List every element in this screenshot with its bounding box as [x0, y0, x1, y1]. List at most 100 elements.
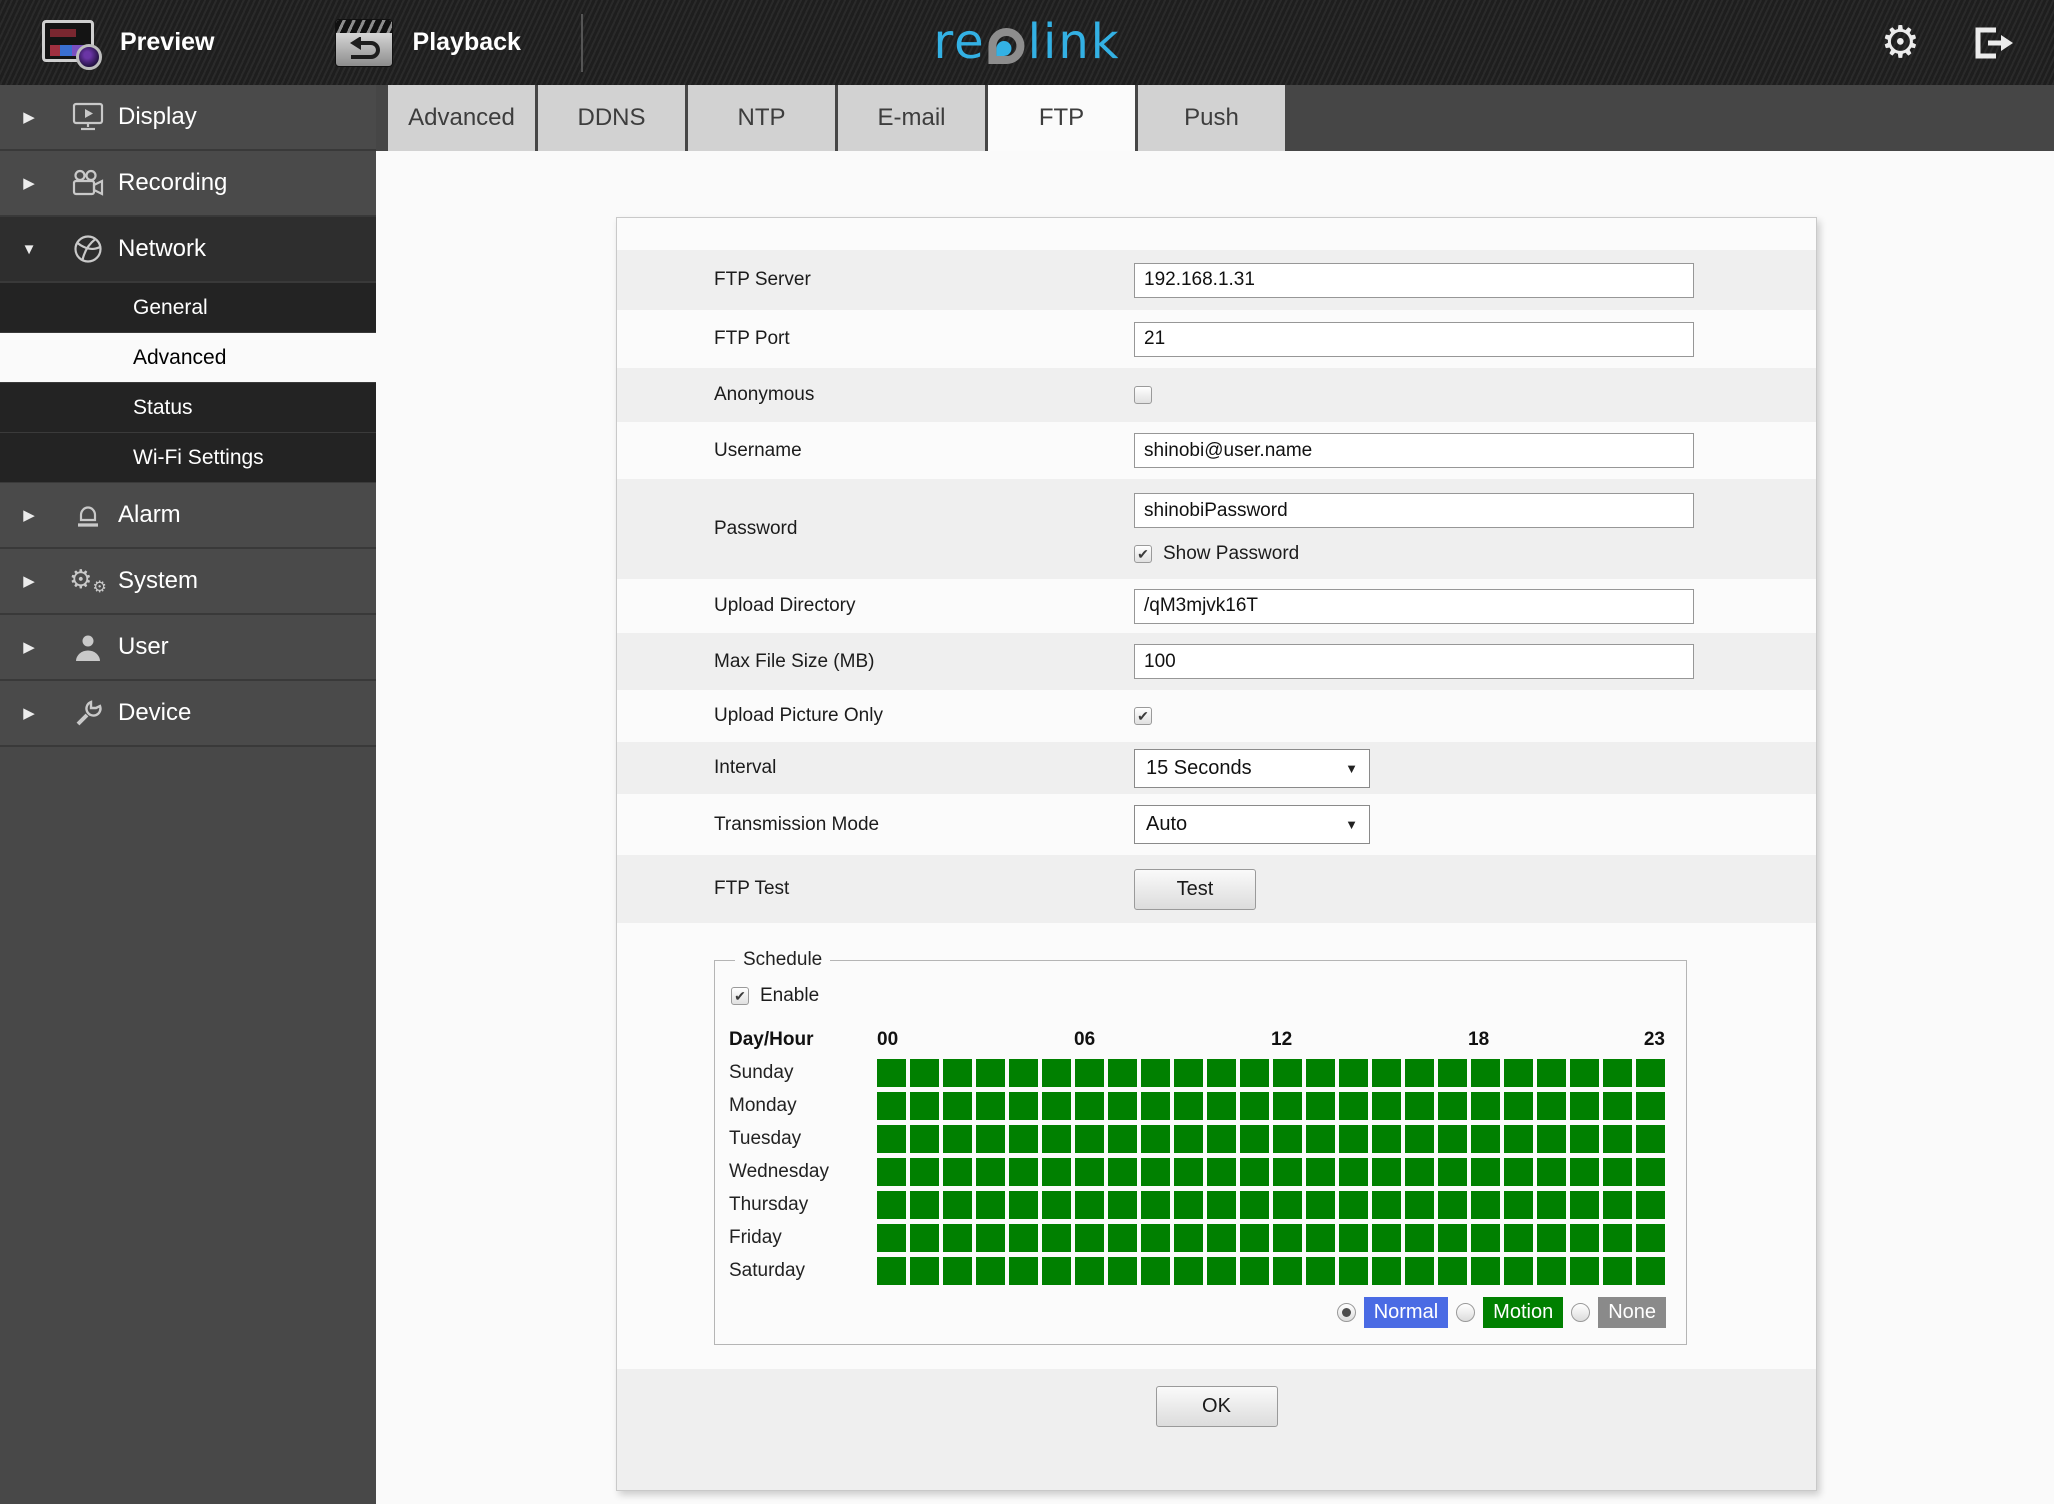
schedule-cell[interactable]: [1339, 1224, 1368, 1252]
schedule-cell[interactable]: [1108, 1059, 1137, 1087]
schedule-cell[interactable]: [1306, 1158, 1335, 1186]
schedule-cell[interactable]: [1108, 1158, 1137, 1186]
max-file-size-input[interactable]: [1134, 644, 1694, 679]
schedule-cell[interactable]: [910, 1224, 939, 1252]
schedule-cell[interactable]: [1108, 1092, 1137, 1120]
schedule-cell[interactable]: [1042, 1059, 1071, 1087]
tab-advanced[interactable]: Advanced: [388, 85, 535, 151]
schedule-cell[interactable]: [1009, 1125, 1038, 1153]
schedule-cell[interactable]: [1471, 1092, 1500, 1120]
schedule-cell[interactable]: [1009, 1092, 1038, 1120]
schedule-cell[interactable]: [976, 1224, 1005, 1252]
schedule-cell[interactable]: [910, 1191, 939, 1219]
schedule-cell[interactable]: [1075, 1125, 1104, 1153]
schedule-cell[interactable]: [1603, 1224, 1632, 1252]
schedule-cell[interactable]: [1273, 1125, 1302, 1153]
tab-email[interactable]: E-mail: [838, 85, 985, 151]
sidebar-item-alarm[interactable]: ▶ Alarm: [0, 483, 376, 549]
schedule-cell[interactable]: [1570, 1257, 1599, 1285]
schedule-cell[interactable]: [877, 1125, 906, 1153]
schedule-cell[interactable]: [1438, 1125, 1467, 1153]
schedule-cell[interactable]: [1306, 1092, 1335, 1120]
brush-label-none[interactable]: None: [1598, 1297, 1666, 1328]
schedule-cell[interactable]: [1636, 1257, 1665, 1285]
schedule-cell[interactable]: [1339, 1257, 1368, 1285]
tab-ftp[interactable]: FTP: [988, 85, 1135, 151]
brush-radio-none[interactable]: [1571, 1303, 1591, 1322]
transmission-mode-select[interactable]: Auto ▼: [1134, 805, 1370, 844]
tab-ntp[interactable]: NTP: [688, 85, 835, 151]
schedule-cell[interactable]: [1471, 1191, 1500, 1219]
schedule-cell[interactable]: [910, 1092, 939, 1120]
schedule-cell[interactable]: [1603, 1158, 1632, 1186]
sidebar-item-device[interactable]: ▶ Device: [0, 681, 376, 747]
schedule-cell[interactable]: [1570, 1125, 1599, 1153]
ok-button[interactable]: OK: [1155, 1386, 1278, 1427]
schedule-cell[interactable]: [1471, 1158, 1500, 1186]
schedule-cell[interactable]: [1438, 1158, 1467, 1186]
schedule-cell[interactable]: [1207, 1092, 1236, 1120]
schedule-cell[interactable]: [1042, 1224, 1071, 1252]
schedule-cell[interactable]: [1372, 1191, 1401, 1219]
schedule-cell[interactable]: [1504, 1125, 1533, 1153]
schedule-enable-checkbox[interactable]: [731, 987, 749, 1005]
schedule-cell[interactable]: [1009, 1257, 1038, 1285]
schedule-cell[interactable]: [1504, 1158, 1533, 1186]
schedule-cell[interactable]: [1603, 1059, 1632, 1087]
schedule-cell[interactable]: [1438, 1191, 1467, 1219]
schedule-cell[interactable]: [1438, 1224, 1467, 1252]
sidebar-item-status[interactable]: Status: [0, 383, 376, 433]
brush-label-normal[interactable]: Normal: [1363, 1297, 1449, 1328]
schedule-cell[interactable]: [1207, 1224, 1236, 1252]
schedule-cell[interactable]: [943, 1158, 972, 1186]
tab-ddns[interactable]: DDNS: [538, 85, 685, 151]
schedule-cell[interactable]: [1504, 1224, 1533, 1252]
schedule-cell[interactable]: [1273, 1059, 1302, 1087]
schedule-cell[interactable]: [1141, 1092, 1170, 1120]
schedule-cell[interactable]: [1603, 1125, 1632, 1153]
sidebar-item-display[interactable]: ▶ Display: [0, 85, 376, 151]
schedule-cell[interactable]: [1306, 1059, 1335, 1087]
schedule-cell[interactable]: [1240, 1191, 1269, 1219]
schedule-cell[interactable]: [1009, 1224, 1038, 1252]
ftp-server-input[interactable]: [1134, 262, 1694, 298]
schedule-cell[interactable]: [1108, 1224, 1137, 1252]
schedule-cell[interactable]: [1306, 1224, 1335, 1252]
schedule-cell[interactable]: [1141, 1224, 1170, 1252]
schedule-cell[interactable]: [1570, 1092, 1599, 1120]
schedule-cell[interactable]: [1438, 1092, 1467, 1120]
sidebar-item-network[interactable]: ▼ Network: [0, 217, 376, 283]
schedule-cell[interactable]: [877, 1092, 906, 1120]
schedule-cell[interactable]: [1141, 1158, 1170, 1186]
schedule-cell[interactable]: [1471, 1059, 1500, 1087]
schedule-cell[interactable]: [1405, 1158, 1434, 1186]
schedule-cell[interactable]: [1537, 1092, 1566, 1120]
schedule-cell[interactable]: [1372, 1125, 1401, 1153]
schedule-cell[interactable]: [1537, 1224, 1566, 1252]
test-button[interactable]: Test: [1134, 868, 1256, 910]
schedule-cell[interactable]: [1207, 1059, 1236, 1087]
schedule-cell[interactable]: [1438, 1059, 1467, 1087]
schedule-cell[interactable]: [1471, 1257, 1500, 1285]
schedule-cell[interactable]: [1339, 1191, 1368, 1219]
brush-radio-normal[interactable]: [1336, 1303, 1356, 1322]
schedule-cell[interactable]: [1438, 1257, 1467, 1285]
schedule-cell[interactable]: [1537, 1191, 1566, 1219]
show-password-checkbox[interactable]: [1134, 545, 1152, 563]
schedule-cell[interactable]: [976, 1257, 1005, 1285]
schedule-cell[interactable]: [910, 1125, 939, 1153]
schedule-cell[interactable]: [1504, 1059, 1533, 1087]
schedule-cell[interactable]: [910, 1257, 939, 1285]
schedule-cell[interactable]: [1009, 1059, 1038, 1087]
schedule-cell[interactable]: [976, 1125, 1005, 1153]
schedule-cell[interactable]: [1570, 1059, 1599, 1087]
schedule-cell[interactable]: [1537, 1059, 1566, 1087]
playback-button[interactable]: Playback: [334, 18, 521, 67]
schedule-cell[interactable]: [1075, 1257, 1104, 1285]
schedule-cell[interactable]: [1207, 1257, 1236, 1285]
ftp-port-input[interactable]: [1134, 321, 1694, 357]
schedule-cell[interactable]: [1405, 1191, 1434, 1219]
schedule-cell[interactable]: [1174, 1224, 1203, 1252]
schedule-cell[interactable]: [1273, 1257, 1302, 1285]
preview-button[interactable]: Preview: [42, 18, 215, 70]
